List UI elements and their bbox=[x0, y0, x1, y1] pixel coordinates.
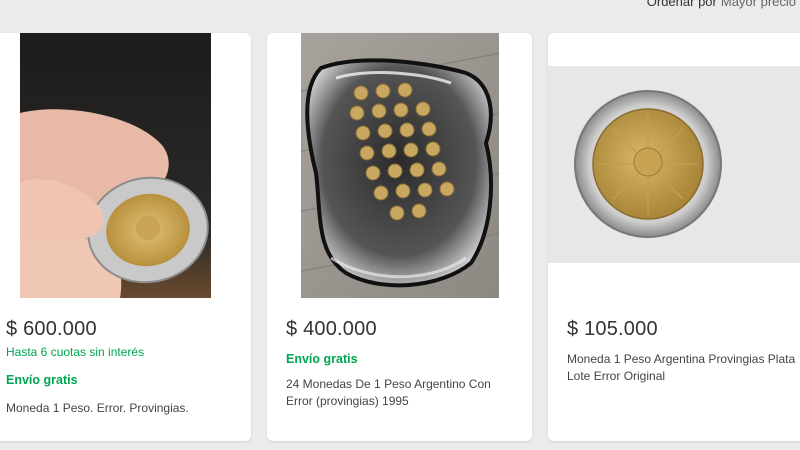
coins-on-tray-photo-icon bbox=[301, 33, 499, 298]
hand-holding-coin-photo-icon bbox=[20, 33, 211, 298]
product-card[interactable]: $ 400.000 Envío gratis 24 Monedas De 1 P… bbox=[267, 33, 532, 441]
product-title[interactable]: Moneda 1 Peso. Error. Provingias. bbox=[6, 400, 251, 417]
product-title[interactable]: 24 Monedas De 1 Peso Argentino Con Error… bbox=[286, 376, 532, 410]
product-image[interactable] bbox=[0, 33, 251, 298]
single-coin-photo-icon bbox=[548, 66, 800, 263]
sort-control[interactable]: Ordenar por Mayor precio bbox=[647, 0, 796, 9]
product-price: $ 600.000 bbox=[6, 318, 97, 340]
product-card[interactable]: $ 600.000 Hasta 6 cuotas sin interés Env… bbox=[0, 33, 251, 441]
sort-value[interactable]: Mayor precio bbox=[721, 0, 796, 9]
product-price: $ 105.000 bbox=[567, 318, 658, 340]
installments-text: Hasta 6 cuotas sin interés bbox=[6, 345, 145, 359]
product-card[interactable]: $ 105.000 Moneda 1 Peso Argentina Provin… bbox=[548, 33, 800, 441]
free-shipping-badge: Envío gratis bbox=[6, 373, 78, 387]
product-image[interactable] bbox=[267, 33, 532, 298]
product-image[interactable] bbox=[548, 33, 800, 298]
sort-label: Ordenar por bbox=[646, 0, 717, 9]
free-shipping-badge: Envío gratis bbox=[286, 352, 358, 366]
product-price: $ 400.000 bbox=[286, 318, 377, 340]
product-title[interactable]: Moneda 1 Peso Argentina Provingias Plata… bbox=[567, 351, 800, 385]
